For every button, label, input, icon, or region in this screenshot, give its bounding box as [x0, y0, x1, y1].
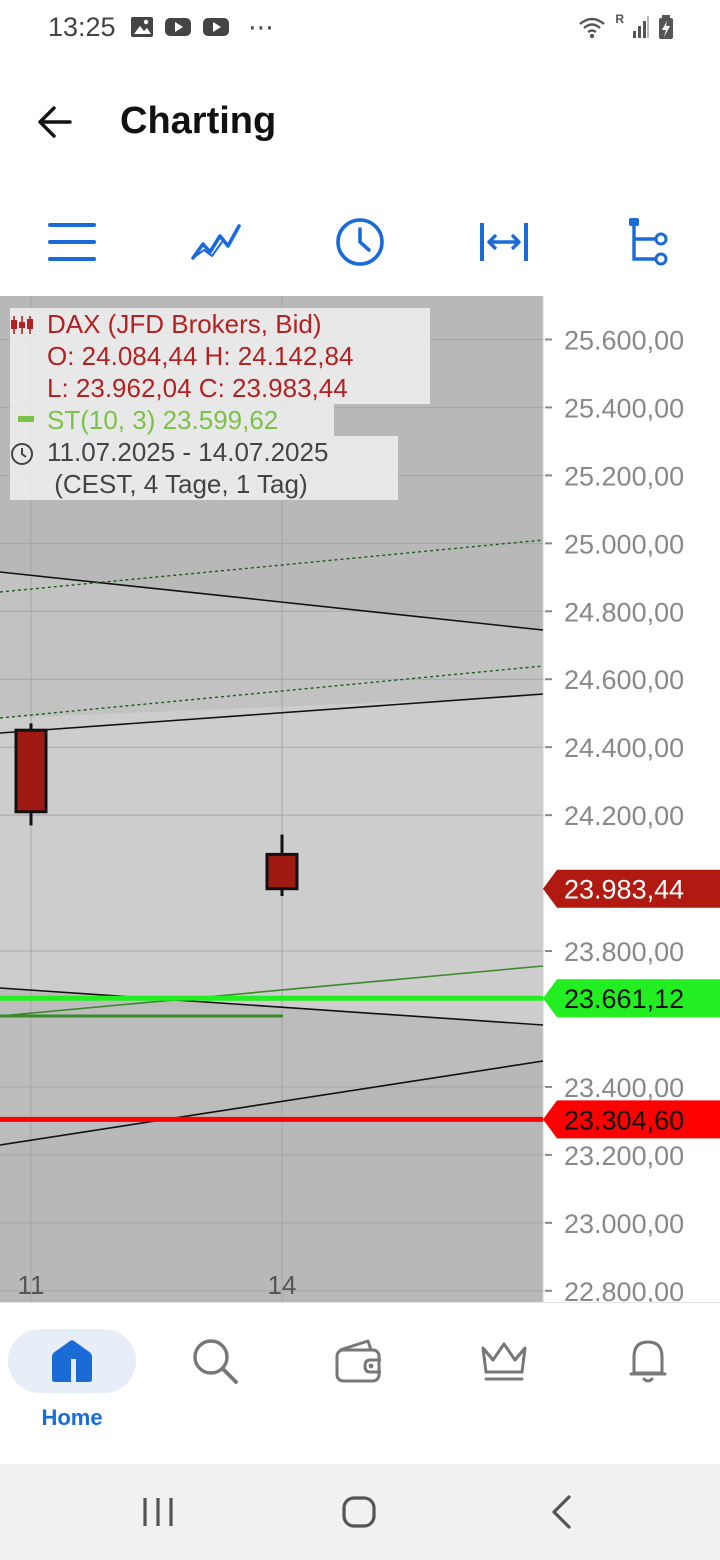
signal-icon [633, 16, 649, 38]
y-tick-label: 25.200,00 [564, 461, 684, 491]
fit-width-button[interactable] [474, 212, 534, 272]
candle-body[interactable] [14, 728, 48, 814]
y-tick-label: 25.000,00 [564, 529, 684, 559]
x-tick-label: 14 [268, 1270, 297, 1300]
legend-ohlc-line2: L: 23.962,04 C: 23.983,44 [47, 373, 348, 403]
line-chart-icon [191, 224, 241, 260]
gallery-icon [131, 17, 153, 37]
search-icon [193, 1339, 238, 1384]
clock-icon [11, 443, 33, 465]
roaming-label: R [615, 12, 624, 26]
menu-button[interactable] [42, 212, 102, 272]
price-tag-label: 23.304,60 [564, 1105, 684, 1135]
page-title: Charting [120, 100, 277, 142]
candlestick-icon [11, 316, 33, 334]
y-tick-label: 23.000,00 [564, 1209, 684, 1239]
system-navigation [0, 1464, 720, 1560]
price-tag-label: 23.661,12 [564, 984, 684, 1014]
recents-icon [143, 1498, 173, 1526]
home-system-button[interactable] [335, 1488, 383, 1536]
timeframe-button[interactable] [330, 212, 390, 272]
price-tag: 23.661,12 [543, 979, 720, 1018]
nav-home[interactable]: Home [8, 1329, 136, 1439]
legend-supertrend: ST(10, 3) 23.599,62 [47, 405, 279, 435]
status-time: 13:25 [48, 12, 116, 42]
bottom-navigation: Home [0, 1302, 720, 1464]
series-color-icon [18, 416, 34, 422]
youtube-icon [203, 18, 229, 36]
candle-body[interactable] [265, 852, 299, 891]
tree-icon [629, 218, 668, 266]
chart-type-button[interactable] [186, 212, 246, 272]
fit-width-icon [480, 223, 528, 261]
indicators-button[interactable] [618, 212, 678, 272]
y-tick-label: 25.400,00 [564, 393, 684, 423]
clock-icon [336, 218, 384, 266]
y-tick-label: 24.400,00 [564, 733, 684, 763]
legend-ohlc-line1: O: 24.084,44 H: 24.142,84 [47, 341, 354, 371]
x-tick-label: 11 [18, 1270, 45, 1300]
crown-icon [481, 1342, 527, 1381]
legend-date-range: 11.07.2025 - 14.07.2025 [47, 437, 329, 467]
legend-instrument: DAX (JFD Brokers, Bid) [47, 309, 322, 339]
back-system-button[interactable] [538, 1488, 586, 1536]
legend-indicator: ST(10, 3) 23.599,62 [10, 404, 334, 436]
price-tag-label: 23.983,44 [564, 875, 684, 905]
y-tick-label: 23.800,00 [564, 937, 684, 967]
legend-ohlc: DAX (JFD Brokers, Bid) O: 24.084,44 H: 2… [10, 308, 430, 404]
nav-premium[interactable] [440, 1329, 568, 1439]
y-tick-label: 23.200,00 [564, 1141, 684, 1171]
back-chevron-icon [552, 1495, 571, 1529]
y-tick-label: 25.600,00 [564, 325, 684, 355]
wifi-icon [579, 17, 606, 39]
nav-portfolio[interactable] [295, 1329, 423, 1439]
nav-notifications[interactable] [584, 1329, 712, 1439]
youtube-icon [165, 18, 191, 36]
y-tick-label: 24.600,00 [564, 665, 684, 695]
recents-button[interactable] [134, 1488, 182, 1536]
wallet-icon [335, 1339, 381, 1383]
app-bar: Charting [0, 60, 720, 186]
y-tick-label: 23.400,00 [564, 1073, 684, 1103]
nav-home-label: Home [41, 1405, 103, 1430]
price-tag: 23.983,44 [543, 869, 720, 908]
menu-icon [48, 223, 96, 261]
more-dots: ⋯ [248, 12, 274, 42]
back-button[interactable] [30, 98, 82, 146]
legend-timezone: (CEST, 4 Tage, 1 Tag) [47, 469, 308, 499]
battery-charging-icon [659, 15, 673, 39]
price-chart[interactable]: 25.600,00 25.400,00 25.200,00 25.000,00 24.8… [0, 296, 720, 1302]
y-tick-label: 24.200,00 [564, 801, 684, 831]
chart-toolbar [0, 190, 720, 296]
home-icon [52, 1340, 92, 1382]
nav-search[interactable] [151, 1329, 279, 1439]
bell-icon [629, 1340, 667, 1383]
home-circle-icon [342, 1496, 376, 1528]
y-tick-label: 24.800,00 [564, 597, 684, 627]
y-tick-label: 22.800,00 [564, 1277, 684, 1302]
status-bar: 13:25 ⋯ R [0, 0, 720, 60]
legend-range: 11.07.2025 - 14.07.2025 (CEST, 4 Tage, 1… [10, 436, 398, 500]
arrow-left-icon [38, 106, 72, 138]
price-tag: 23.304,60 [543, 1100, 720, 1139]
